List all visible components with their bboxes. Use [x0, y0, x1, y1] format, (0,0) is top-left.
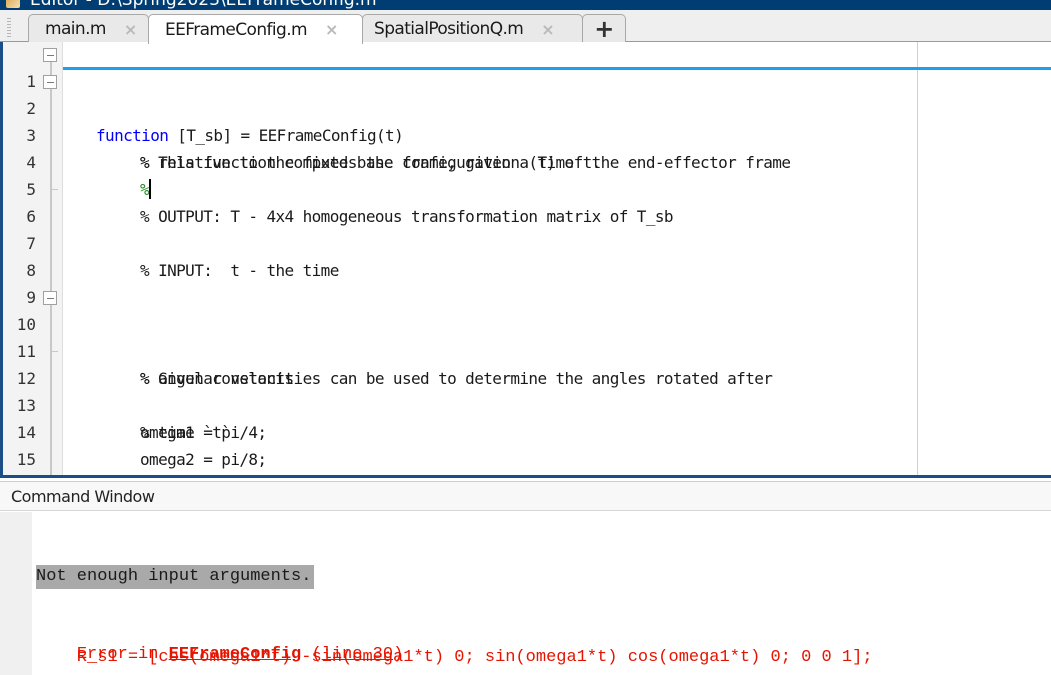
code-line[interactable]: 4 % — [3, 122, 1051, 199]
code-line[interactable]: 8 — [3, 230, 1051, 280]
command-history-line: >> EEFrameConfig — [36, 538, 240, 583]
code-line[interactable]: 14 omega2 = pi/8; — [3, 392, 1051, 469]
code-line[interactable]: 15 omega3 = -pi/4; — [3, 419, 1051, 469]
close-tab-icon[interactable]: × — [541, 20, 554, 39]
code-line[interactable]: 12 % time `t` — [3, 338, 1051, 442]
error-code-line: R_s1 = [cos(omega1*t) -sin(omega1*t) 0; … — [36, 648, 873, 667]
tab-main-m[interactable]: main.m × — [28, 14, 149, 43]
close-tab-icon[interactable]: × — [325, 20, 338, 39]
code-line[interactable]: 9 — [3, 257, 1051, 307]
error-location-line: Error in EEFrameConfig (line 30) — [36, 619, 403, 664]
tab-label: EEFrameConfig.m — [165, 19, 308, 40]
code-line[interactable]: 6 % INPUT: t - the time — [3, 176, 1051, 280]
fold-end-marker — [51, 351, 58, 352]
command-window-gutter — [0, 512, 32, 675]
fold-toggle-icon[interactable] — [43, 48, 57, 62]
command-window[interactable]: >> EEFrameConfig Not enough input argume… — [0, 512, 1051, 675]
code-line[interactable]: 13 omega1 = pi/4; — [3, 365, 1051, 442]
tab-label: SpatialPositionQ.m — [374, 19, 524, 39]
code-statement: omega3 = -pi/4; — [140, 473, 276, 475]
tab-spatialpositionq-m[interactable]: SpatialPositionQ.m × — [362, 14, 583, 43]
window-title-bar: Editor - D:\Spring2023\EEFrameConfig.m — [0, 0, 1051, 10]
code-editor[interactable]: 1 function [T_sb] = EEFrameConfig(t) 2 %… — [0, 42, 1051, 478]
fold-toggle-icon[interactable] — [43, 75, 57, 89]
plus-icon: + — [594, 15, 614, 43]
code-line[interactable]: 1 function [T_sb] = EEFrameConfig(t) — [3, 42, 1051, 145]
code-line[interactable]: 5 % OUTPUT: T - 4x4 homogeneous transfor… — [3, 149, 1051, 226]
new-tab-button[interactable]: + — [582, 14, 626, 43]
editor-tab-bar: main.m × EEFrameConfig.m × SpatialPositi… — [0, 10, 1051, 44]
command-window-header: Command Window — [0, 481, 1051, 511]
close-tab-icon[interactable]: × — [124, 20, 137, 39]
code-line[interactable]: 3 % relative to the fixed base frame, gi… — [3, 95, 1051, 172]
code-line[interactable]: 7 — [3, 203, 1051, 253]
code-line[interactable]: 11 % angular velocities can be used to d… — [3, 311, 1051, 388]
command-window-title: Command Window — [11, 487, 155, 506]
fold-toggle-icon[interactable] — [43, 291, 57, 305]
code-line[interactable]: 2 % This function computes the configura… — [3, 68, 1051, 172]
drag-grip-icon[interactable] — [7, 18, 11, 38]
window-title: Editor - D:\Spring2023\EEFrameConfig.m — [30, 0, 377, 10]
line-number: 16 — [3, 473, 36, 475]
tab-label: main.m — [45, 19, 106, 39]
tab-eeframeconfig-m[interactable]: EEFrameConfig.m × — [148, 14, 363, 44]
code-line[interactable]: 10 % Given constants — [3, 284, 1051, 388]
code-line[interactable]: 16 — [3, 446, 1051, 473]
error-message: Not enough input arguments. — [36, 565, 315, 589]
fold-end-marker — [51, 189, 58, 190]
editor-app-icon — [6, 0, 20, 8]
